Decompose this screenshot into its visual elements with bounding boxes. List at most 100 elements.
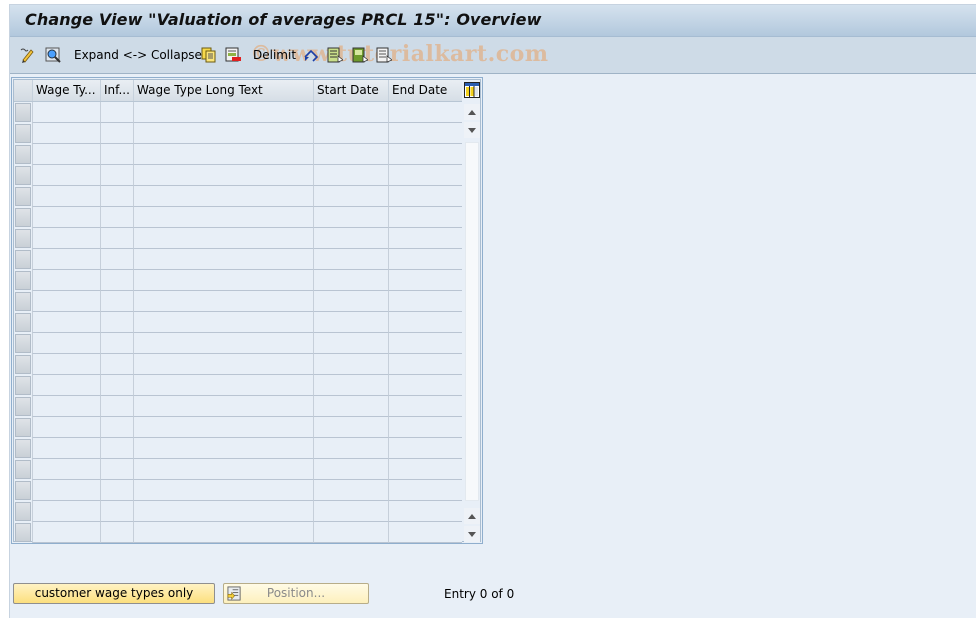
- table-cell-end_date[interactable]: [388, 312, 462, 333]
- customer-wage-types-only-button[interactable]: customer wage types only: [13, 583, 215, 604]
- table-cell-infotype[interactable]: [100, 102, 133, 123]
- table-cell-long_text[interactable]: [133, 459, 313, 480]
- table-cell-long_text[interactable]: [133, 354, 313, 375]
- scroll-page-up-button[interactable]: [464, 508, 480, 524]
- copy-as-button[interactable]: [201, 46, 217, 64]
- undo-change-button[interactable]: [303, 46, 319, 64]
- row-selector[interactable]: [15, 166, 31, 185]
- table-cell-wage_type[interactable]: [32, 249, 100, 270]
- table-cell-wage_type[interactable]: [32, 291, 100, 312]
- table-cell-start_date[interactable]: [313, 354, 388, 375]
- table-cell-end_date[interactable]: [388, 522, 462, 543]
- table-cell-long_text[interactable]: [133, 207, 313, 228]
- table-cell-infotype[interactable]: [100, 123, 133, 144]
- table-cell-start_date[interactable]: [313, 333, 388, 354]
- table-cell-end_date[interactable]: [388, 396, 462, 417]
- table-cell-long_text[interactable]: [133, 270, 313, 291]
- table-cell-wage_type[interactable]: [32, 123, 100, 144]
- table-cell-start_date[interactable]: [313, 291, 388, 312]
- table-cell-long_text[interactable]: [133, 396, 313, 417]
- table-cell-infotype[interactable]: [100, 165, 133, 186]
- table-cell-start_date[interactable]: [313, 123, 388, 144]
- row-selector[interactable]: [15, 124, 31, 143]
- scroll-page-down-button[interactable]: [464, 122, 480, 138]
- table-cell-end_date[interactable]: [388, 501, 462, 522]
- table-cell-infotype[interactable]: [100, 438, 133, 459]
- table-cell-infotype[interactable]: [100, 144, 133, 165]
- details-button[interactable]: [45, 46, 61, 64]
- table-cell-long_text[interactable]: [133, 186, 313, 207]
- delete-button[interactable]: [225, 46, 241, 64]
- table-cell-end_date[interactable]: [388, 102, 462, 123]
- table-cell-infotype[interactable]: [100, 312, 133, 333]
- table-cell-start_date[interactable]: [313, 270, 388, 291]
- table-cell-end_date[interactable]: [388, 207, 462, 228]
- table-cell-end_date[interactable]: [388, 123, 462, 144]
- table-cell-end_date[interactable]: [388, 186, 462, 207]
- table-cell-end_date[interactable]: [388, 144, 462, 165]
- table-cell-long_text[interactable]: [133, 522, 313, 543]
- table-cell-start_date[interactable]: [313, 312, 388, 333]
- table-cell-wage_type[interactable]: [32, 102, 100, 123]
- table-cell-infotype[interactable]: [100, 270, 133, 291]
- delimit-button[interactable]: Delimit: [253, 46, 296, 64]
- table-cell-start_date[interactable]: [313, 228, 388, 249]
- table-cell-wage_type[interactable]: [32, 333, 100, 354]
- table-cell-long_text[interactable]: [133, 144, 313, 165]
- table-cell-start_date[interactable]: [313, 186, 388, 207]
- row-selector[interactable]: [15, 502, 31, 521]
- row-selector[interactable]: [15, 523, 31, 542]
- table-cell-wage_type[interactable]: [32, 501, 100, 522]
- table-cell-end_date[interactable]: [388, 480, 462, 501]
- table-cell-long_text[interactable]: [133, 102, 313, 123]
- row-selector[interactable]: [15, 313, 31, 332]
- row-selector[interactable]: [15, 208, 31, 227]
- table-cell-long_text[interactable]: [133, 375, 313, 396]
- table-cell-end_date[interactable]: [388, 165, 462, 186]
- table-cell-start_date[interactable]: [313, 480, 388, 501]
- table-cell-end_date[interactable]: [388, 270, 462, 291]
- table-cell-wage_type[interactable]: [32, 354, 100, 375]
- table-cell-wage_type[interactable]: [32, 186, 100, 207]
- table-cell-long_text[interactable]: [133, 438, 313, 459]
- row-selector[interactable]: [15, 460, 31, 479]
- row-selector[interactable]: [15, 334, 31, 353]
- table-cell-end_date[interactable]: [388, 228, 462, 249]
- table-cell-end_date[interactable]: [388, 417, 462, 438]
- table-cell-wage_type[interactable]: [32, 522, 100, 543]
- scroll-up-button[interactable]: [464, 104, 480, 120]
- table-cell-start_date[interactable]: [313, 501, 388, 522]
- table-cell-start_date[interactable]: [313, 417, 388, 438]
- table-cell-infotype[interactable]: [100, 522, 133, 543]
- table-cell-start_date[interactable]: [313, 375, 388, 396]
- table-cell-start_date[interactable]: [313, 459, 388, 480]
- table-cell-long_text[interactable]: [133, 228, 313, 249]
- select-all-button[interactable]: [327, 46, 343, 64]
- position-button[interactable]: Position...: [223, 583, 369, 604]
- table-cell-wage_type[interactable]: [32, 438, 100, 459]
- table-cell-long_text[interactable]: [133, 312, 313, 333]
- table-cell-wage_type[interactable]: [32, 144, 100, 165]
- row-selector[interactable]: [15, 418, 31, 437]
- table-cell-infotype[interactable]: [100, 480, 133, 501]
- table-cell-end_date[interactable]: [388, 459, 462, 480]
- table-cell-start_date[interactable]: [313, 438, 388, 459]
- table-cell-start_date[interactable]: [313, 249, 388, 270]
- select-block-button[interactable]: [352, 46, 368, 64]
- table-cell-start_date[interactable]: [313, 522, 388, 543]
- column-header-infotype[interactable]: Inf...: [100, 80, 133, 101]
- table-cell-start_date[interactable]: [313, 102, 388, 123]
- scroll-down-button[interactable]: [464, 526, 480, 542]
- table-cell-wage_type[interactable]: [32, 228, 100, 249]
- row-selector[interactable]: [15, 103, 31, 122]
- scrollbar-track[interactable]: [465, 142, 479, 501]
- display-change-button[interactable]: [20, 46, 36, 64]
- table-cell-infotype[interactable]: [100, 417, 133, 438]
- table-cell-infotype[interactable]: [100, 249, 133, 270]
- table-cell-long_text[interactable]: [133, 333, 313, 354]
- table-cell-long_text[interactable]: [133, 291, 313, 312]
- table-cell-start_date[interactable]: [313, 144, 388, 165]
- table-cell-start_date[interactable]: [313, 207, 388, 228]
- column-header-end-date[interactable]: End Date: [388, 80, 462, 101]
- table-cell-wage_type[interactable]: [32, 270, 100, 291]
